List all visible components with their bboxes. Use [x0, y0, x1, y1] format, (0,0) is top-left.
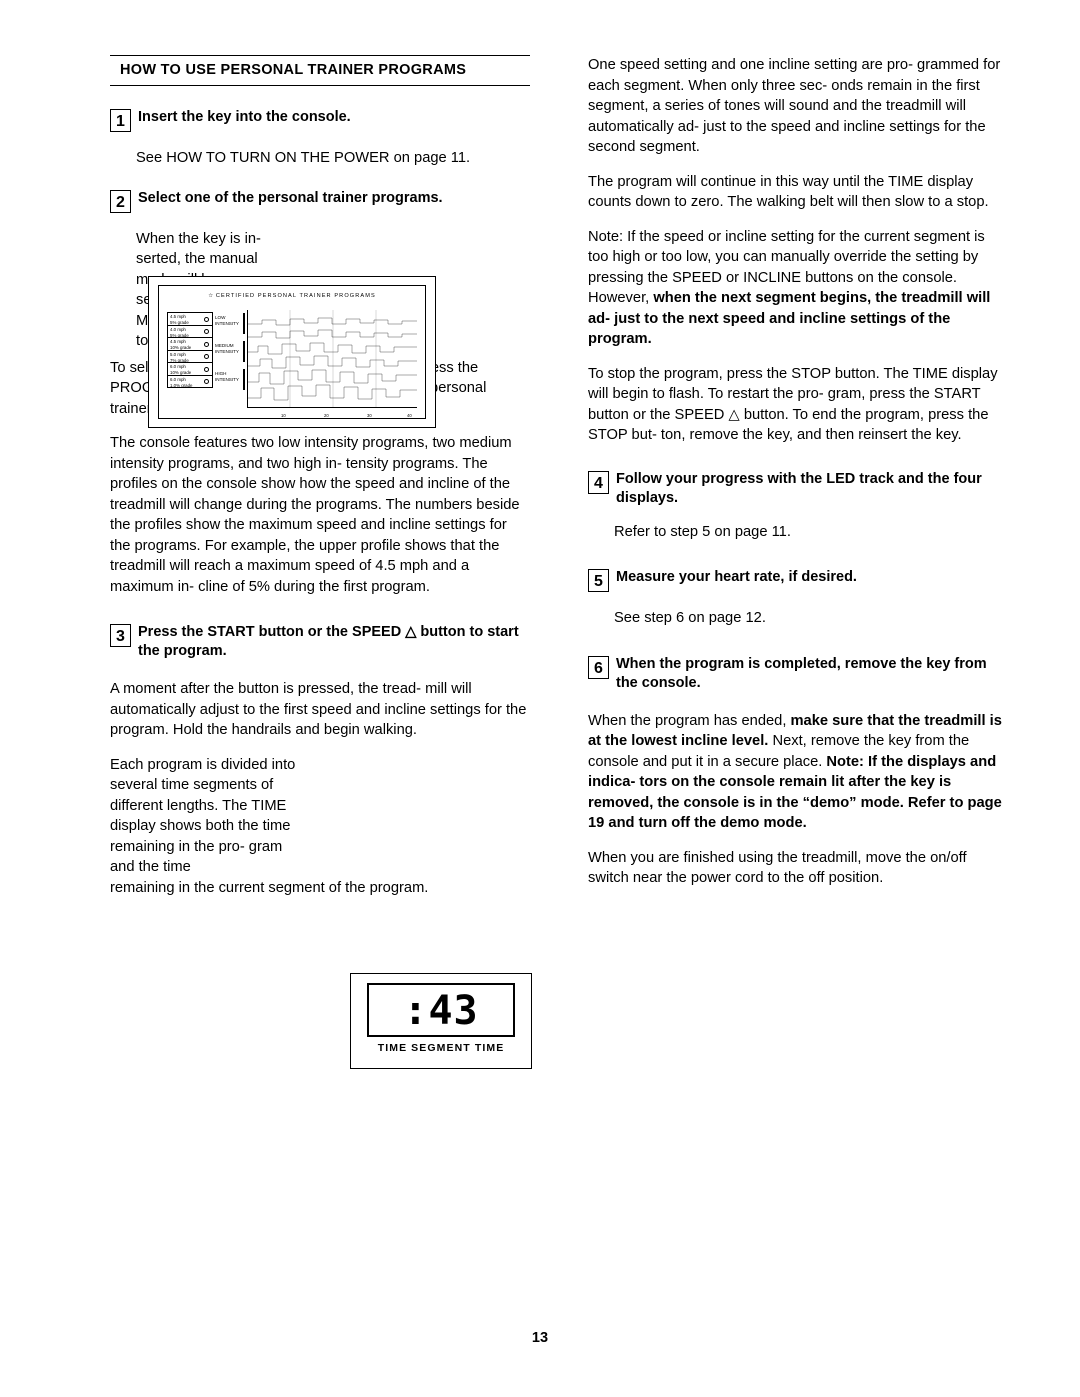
console-profile-figure: ☆ CERTIFIED PERSONAL TRAINER PROGRAMS 4.…	[148, 276, 436, 428]
step-5-heading: Measure your heart rate, if desired.	[616, 569, 857, 585]
speed-grade-column: 4.5 mph 5% grade 4.0 mph 5% grade 4.5 mp…	[167, 312, 213, 388]
section-title: HOW TO USE PERSONAL TRAINER PROGRAMS	[110, 55, 530, 86]
step-6: 6 When the program is completed, remove …	[588, 655, 1008, 693]
program-indicator-led	[204, 341, 209, 347]
step-1-body: See HOW TO TURN ON THE POWER on page 11.	[136, 150, 471, 166]
step-4-body: Refer to step 5 on page 11.	[614, 523, 791, 540]
step-1-heading: Insert the key into the console.	[138, 109, 351, 125]
step-6-heading: When the program is completed, remove th…	[616, 655, 987, 691]
step-3-para-2-wrap: Each program is divided into several tim…	[110, 756, 296, 876]
speed-row: 4.5 mph 10% grade	[167, 337, 213, 350]
console-title: ☆ CERTIFIED PERSONAL TRAINER PROGRAMS	[159, 293, 425, 299]
right-para-4: To stop the program, press the STOP butt…	[588, 364, 1008, 446]
page-number: 13	[531, 1330, 549, 1346]
right-para-2: The program will continue in this way un…	[588, 173, 989, 211]
intensity-group-high: HIGH INTENSITY	[215, 368, 247, 396]
x-tick: 40	[407, 413, 412, 418]
x-tick: 20	[324, 413, 329, 418]
console-title-text: CERTIFIED PERSONAL TRAINER PROGRAMS	[215, 293, 376, 299]
intensity-column: LOW INTENSITY MEDIUM INTENSITY HIGH INTE…	[215, 312, 247, 397]
intensity-group-medium: MEDIUM INTENSITY	[215, 340, 247, 368]
console-inner-frame: ☆ CERTIFIED PERSONAL TRAINER PROGRAMS 4.…	[158, 285, 426, 419]
intensity-bracket	[243, 313, 245, 334]
program-profile-graph	[247, 310, 417, 408]
triangle-up-icon: △	[405, 624, 417, 640]
manual-page: HOW TO USE PERSONAL TRAINER PROGRAMS 1 I…	[0, 0, 1080, 1397]
speed-row: 5.0 mph 7% grade	[167, 349, 213, 363]
right-para-3: Note: If the speed or incline setting fo…	[588, 227, 1008, 350]
step-3: 3 Press the START button or the SPEED △ …	[110, 623, 530, 661]
speed-row: 4.0 mph 5% grade	[167, 324, 213, 338]
time-display-label: TIME SEGMENT TIME	[377, 1042, 505, 1054]
speed-row: 6.0 mph 10% grade	[167, 362, 213, 375]
time-display-window: :43	[367, 983, 515, 1037]
step-5-number: 5	[588, 569, 609, 592]
step-2: 2 Select one of the personal trainer pro…	[110, 189, 530, 215]
step-3-para-1: A moment after the button is pressed, th…	[110, 681, 527, 738]
step-2-number: 2	[110, 189, 131, 213]
step-3-heading-part1: Press the START button or the SPEED	[138, 624, 406, 640]
right-para-1: One speed setting and one incline settin…	[588, 57, 1001, 155]
step-4-heading: Follow your progress with the LED track …	[616, 470, 982, 506]
program-indicator-led	[204, 316, 209, 322]
x-tick: 10	[281, 413, 286, 418]
step-2-heading: Select one of the personal trainer progr…	[138, 189, 443, 206]
intensity-bracket	[243, 369, 245, 391]
profile-lines	[248, 310, 417, 407]
step-1-number: 1	[110, 109, 131, 132]
program-indicator-led	[204, 366, 209, 372]
triangle-up-icon: △	[728, 406, 740, 423]
time-display-digits: :43	[403, 988, 479, 1034]
step-2-para-2: The console features two low intensity p…	[110, 435, 520, 595]
intensity-bracket	[243, 341, 245, 363]
star-icon: ☆	[208, 293, 214, 299]
step-5-body: See step 6 on page 12.	[614, 610, 766, 626]
time-display-figure: :43 TIME SEGMENT TIME	[350, 973, 532, 1069]
step-3-heading: Press the START button or the SPEED △ bu…	[138, 623, 530, 661]
step-1: 1 Insert the key into the console.	[110, 108, 530, 134]
speed-row: 4.5 mph 5% grade	[167, 312, 213, 325]
step-6-para-1: When the program has ended, make sure th…	[588, 711, 1008, 834]
profile-area: 4.5 mph 5% grade 4.0 mph 5% grade 4.5 mp…	[167, 308, 419, 418]
step-4: 4 Follow your progress with the LED trac…	[588, 470, 1008, 508]
step-5: 5 Measure your heart rate, if desired.	[588, 568, 1008, 594]
step-6-number: 6	[588, 655, 609, 679]
step-3-number: 3	[110, 624, 131, 647]
left-column: HOW TO USE PERSONAL TRAINER PROGRAMS 1 I…	[110, 55, 530, 898]
step-4-number: 4	[588, 470, 609, 494]
step-3-para-2-rest: remaining in the current segment of the …	[110, 879, 429, 896]
speed-row: 6.0 mph 1.0% grade	[167, 374, 213, 388]
step-6-text-1: When the program has ended,	[588, 712, 791, 729]
intensity-group-low: LOW INTENSITY	[215, 312, 247, 340]
right-column: One speed setting and one incline settin…	[588, 55, 1008, 889]
x-tick: 30	[367, 413, 372, 418]
step-6-para-2: When you are finished using the treadmil…	[588, 849, 967, 887]
